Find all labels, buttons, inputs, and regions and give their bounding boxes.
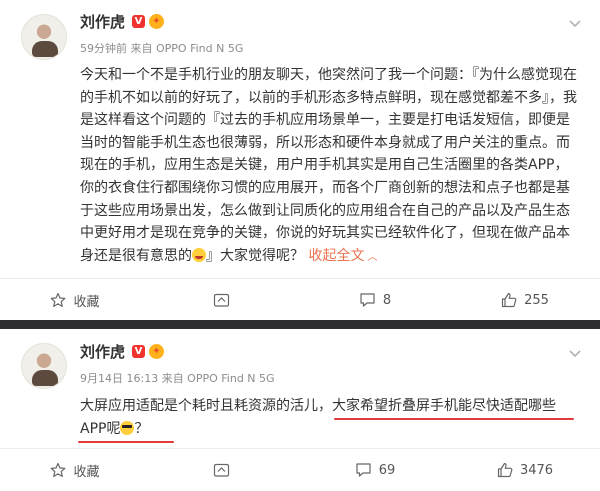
favorite-button[interactable]: 收藏 xyxy=(0,449,150,491)
grin-emoji-icon xyxy=(192,247,206,262)
sunglasses-emoji-icon xyxy=(120,420,135,435)
like-icon xyxy=(497,462,513,478)
weibo-post-card-1: 刘作虎 V ✦ 59分钟前 来自 OPPO Find N 5G 今天和一个不是手… xyxy=(0,0,600,320)
post-body: 今天和一个不是手机行业的朋友聊天，他突然问了我一个问题：『为什么感觉现在的手机不… xyxy=(80,67,577,264)
action-bar: 收藏 69 3476 xyxy=(0,449,600,491)
like-count: 3476 xyxy=(519,462,554,478)
username[interactable]: 刘作虎 xyxy=(80,13,125,31)
like-button[interactable]: 255 xyxy=(450,279,600,320)
more-chevron-icon[interactable] xyxy=(568,19,582,29)
collapse-chevron-icon: ︿ xyxy=(367,251,378,263)
collapse-full-text-link[interactable]: 收起全文 ︿ xyxy=(308,248,377,264)
avatar[interactable] xyxy=(21,343,67,389)
like-count: 255 xyxy=(524,292,549,308)
like-icon xyxy=(501,292,517,308)
username[interactable]: 刘作虎 xyxy=(80,343,125,361)
repost-button[interactable] xyxy=(150,449,300,491)
comment-button[interactable]: 8 xyxy=(300,279,450,320)
cheer-badge-icon: ✦ xyxy=(149,14,164,29)
comment-icon xyxy=(356,463,371,477)
repost-icon xyxy=(213,463,230,477)
star-icon xyxy=(51,292,66,307)
cheer-badge-icon: ✦ xyxy=(149,344,164,359)
highlight-underline xyxy=(334,418,574,420)
collapse-label: 收起全文 xyxy=(308,247,365,264)
favorite-label: 收藏 xyxy=(73,294,100,310)
post-body: 大屏应用适配是个耗时且耗资源的活儿， xyxy=(80,398,332,414)
comment-button[interactable]: 69 xyxy=(300,449,450,491)
favorite-button[interactable]: 收藏 xyxy=(0,279,150,320)
comment-count: 69 xyxy=(378,462,396,478)
post-body-tail: ？ xyxy=(134,420,149,437)
comment-count: 8 xyxy=(382,292,392,308)
vip-badge-icon: V xyxy=(132,345,145,358)
comment-icon xyxy=(360,293,375,307)
post-meta: 9月14日 16:13 来自 OPPO Find N 5G xyxy=(80,372,275,385)
avatar[interactable] xyxy=(21,14,67,60)
vip-badge-icon: V xyxy=(132,15,145,28)
more-chevron-icon[interactable] xyxy=(568,349,582,359)
repost-button[interactable] xyxy=(150,279,300,320)
repost-icon xyxy=(213,293,230,307)
post-text: 今天和一个不是手机行业的朋友聊天，他突然问了我一个问题：『为什么感觉现在的手机不… xyxy=(80,64,578,269)
highlight-underline xyxy=(78,441,174,443)
weibo-post-card-2: 刘作虎 V ✦ 9月14日 16:13 来自 OPPO Find N 5G 大屏… xyxy=(0,329,600,491)
favorite-label: 收藏 xyxy=(73,464,100,480)
post-body-tail: 』大家觉得呢？ xyxy=(206,247,304,264)
star-icon xyxy=(51,462,66,477)
action-bar: 收藏 8 255 xyxy=(0,279,600,320)
post-meta: 59分钟前 来自 OPPO Find N 5G xyxy=(80,42,244,55)
like-button[interactable]: 3476 xyxy=(450,449,600,491)
